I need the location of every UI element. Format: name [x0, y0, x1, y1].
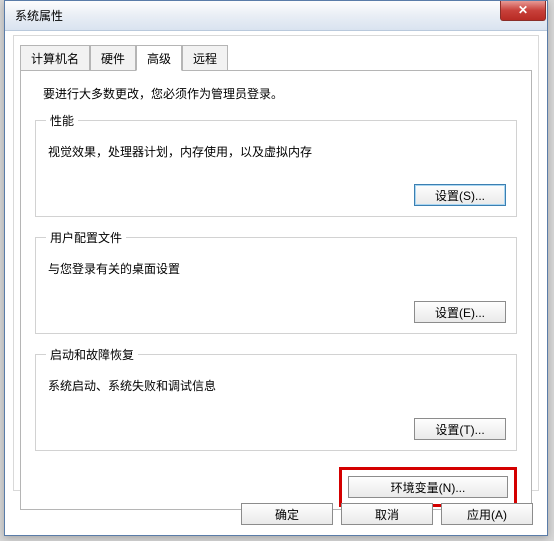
dialog-footer: 确定 取消 应用(A): [241, 503, 533, 525]
tab-advanced[interactable]: 高级: [136, 45, 182, 71]
profiles-settings-button[interactable]: 设置(E)...: [414, 301, 506, 323]
ok-button[interactable]: 确定: [241, 503, 333, 525]
content-area: 计算机名 硬件 高级 远程 要进行大多数更改，您必须作为管理员登录。 性能 视觉…: [13, 35, 539, 491]
startup-legend: 启动和故障恢复: [46, 346, 138, 363]
window-title: 系统属性: [15, 7, 63, 24]
close-button[interactable]: ✕: [500, 1, 546, 21]
startup-group: 启动和故障恢复 系统启动、系统失败和调试信息 设置(T)...: [35, 346, 517, 451]
profiles-legend: 用户配置文件: [46, 229, 126, 246]
performance-group: 性能 视觉效果，处理器计划，内存使用，以及虚拟内存 设置(S)...: [35, 112, 517, 217]
tab-computer-name[interactable]: 计算机名: [20, 45, 90, 71]
startup-desc: 系统启动、系统失败和调试信息: [48, 377, 504, 394]
env-row: 环境变量(N)...: [35, 467, 517, 507]
cancel-button[interactable]: 取消: [341, 503, 433, 525]
performance-desc: 视觉效果，处理器计划，内存使用，以及虚拟内存: [48, 143, 504, 160]
performance-settings-button[interactable]: 设置(S)...: [414, 184, 506, 206]
profiles-group: 用户配置文件 与您登录有关的桌面设置 设置(E)...: [35, 229, 517, 334]
admin-note: 要进行大多数更改，您必须作为管理员登录。: [43, 85, 517, 102]
env-highlight: 环境变量(N)...: [339, 467, 517, 507]
profiles-desc: 与您登录有关的桌面设置: [48, 260, 504, 277]
tab-hardware[interactable]: 硬件: [90, 45, 136, 71]
environment-variables-button[interactable]: 环境变量(N)...: [348, 476, 508, 498]
apply-button[interactable]: 应用(A): [441, 503, 533, 525]
startup-settings-button[interactable]: 设置(T)...: [414, 418, 506, 440]
tab-strip: 计算机名 硬件 高级 远程: [20, 45, 544, 71]
close-icon: ✕: [518, 3, 528, 17]
titlebar: 系统属性 ✕: [5, 1, 547, 31]
tab-remote[interactable]: 远程: [182, 45, 228, 71]
system-properties-window: 系统属性 ✕ 计算机名 硬件 高级 远程 要进行大多数更改，您必须作为管理员登录…: [4, 0, 548, 536]
tab-body-advanced: 要进行大多数更改，您必须作为管理员登录。 性能 视觉效果，处理器计划，内存使用，…: [20, 70, 532, 510]
performance-legend: 性能: [46, 112, 78, 129]
